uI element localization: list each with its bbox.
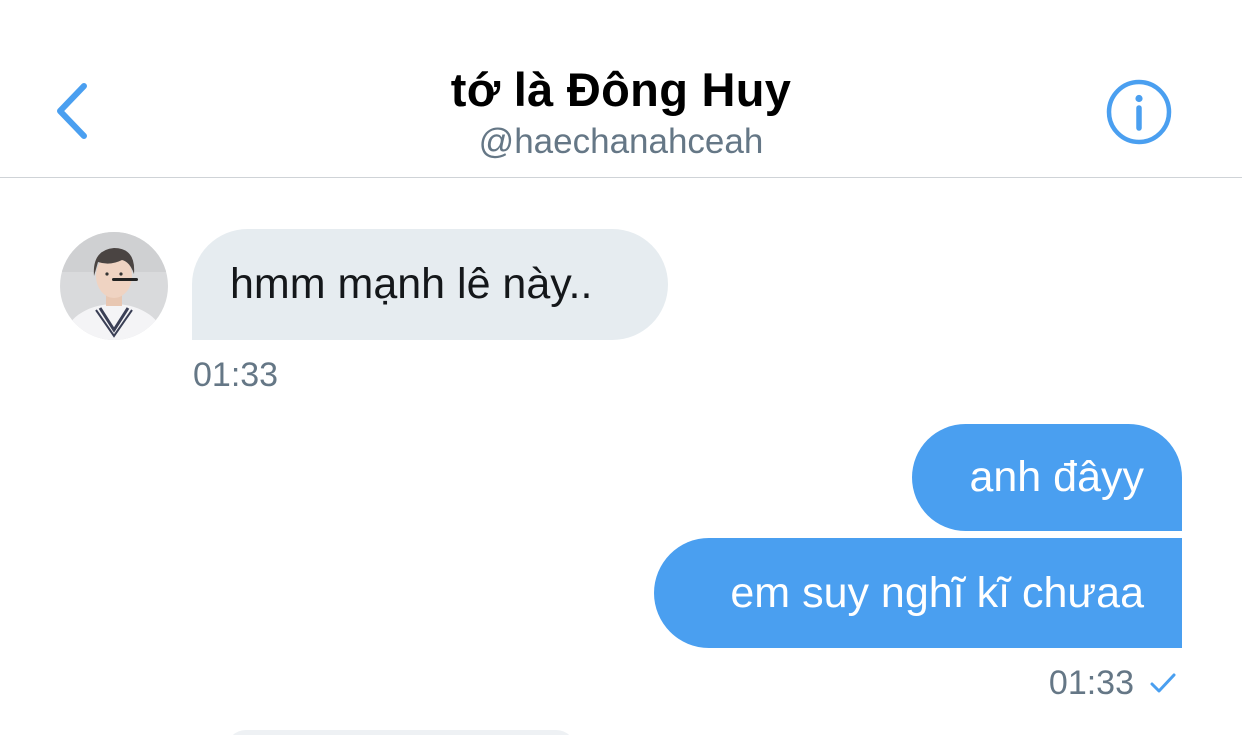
check-icon <box>1150 673 1176 693</box>
avatar-photo <box>60 232 168 340</box>
info-circle-icon <box>1106 79 1172 145</box>
message-timestamp: 01:33 <box>1048 664 1134 702</box>
conversation-handle[interactable]: @haechanahceah <box>0 122 1242 162</box>
incoming-message-bubble[interactable]: hmm mạnh lê này.. <box>192 229 668 340</box>
info-button[interactable] <box>1106 79 1172 145</box>
partial-message-bubble <box>226 730 576 735</box>
outgoing-message-bubble[interactable]: em suy nghĩ kĩ chưaa <box>654 538 1182 648</box>
avatar[interactable] <box>60 232 168 340</box>
conversation-header: tớ là Đông Huy @haechanahceah <box>0 0 1242 178</box>
outgoing-message-bubble[interactable]: anh đâyy <box>912 424 1182 531</box>
conversation-title[interactable]: tớ là Đông Huy <box>0 62 1242 117</box>
dm-conversation-screen: tớ là Đông Huy @haechanahceah hmm mạnh l… <box>0 0 1242 735</box>
message-timestamp: 01:33 <box>193 356 279 394</box>
